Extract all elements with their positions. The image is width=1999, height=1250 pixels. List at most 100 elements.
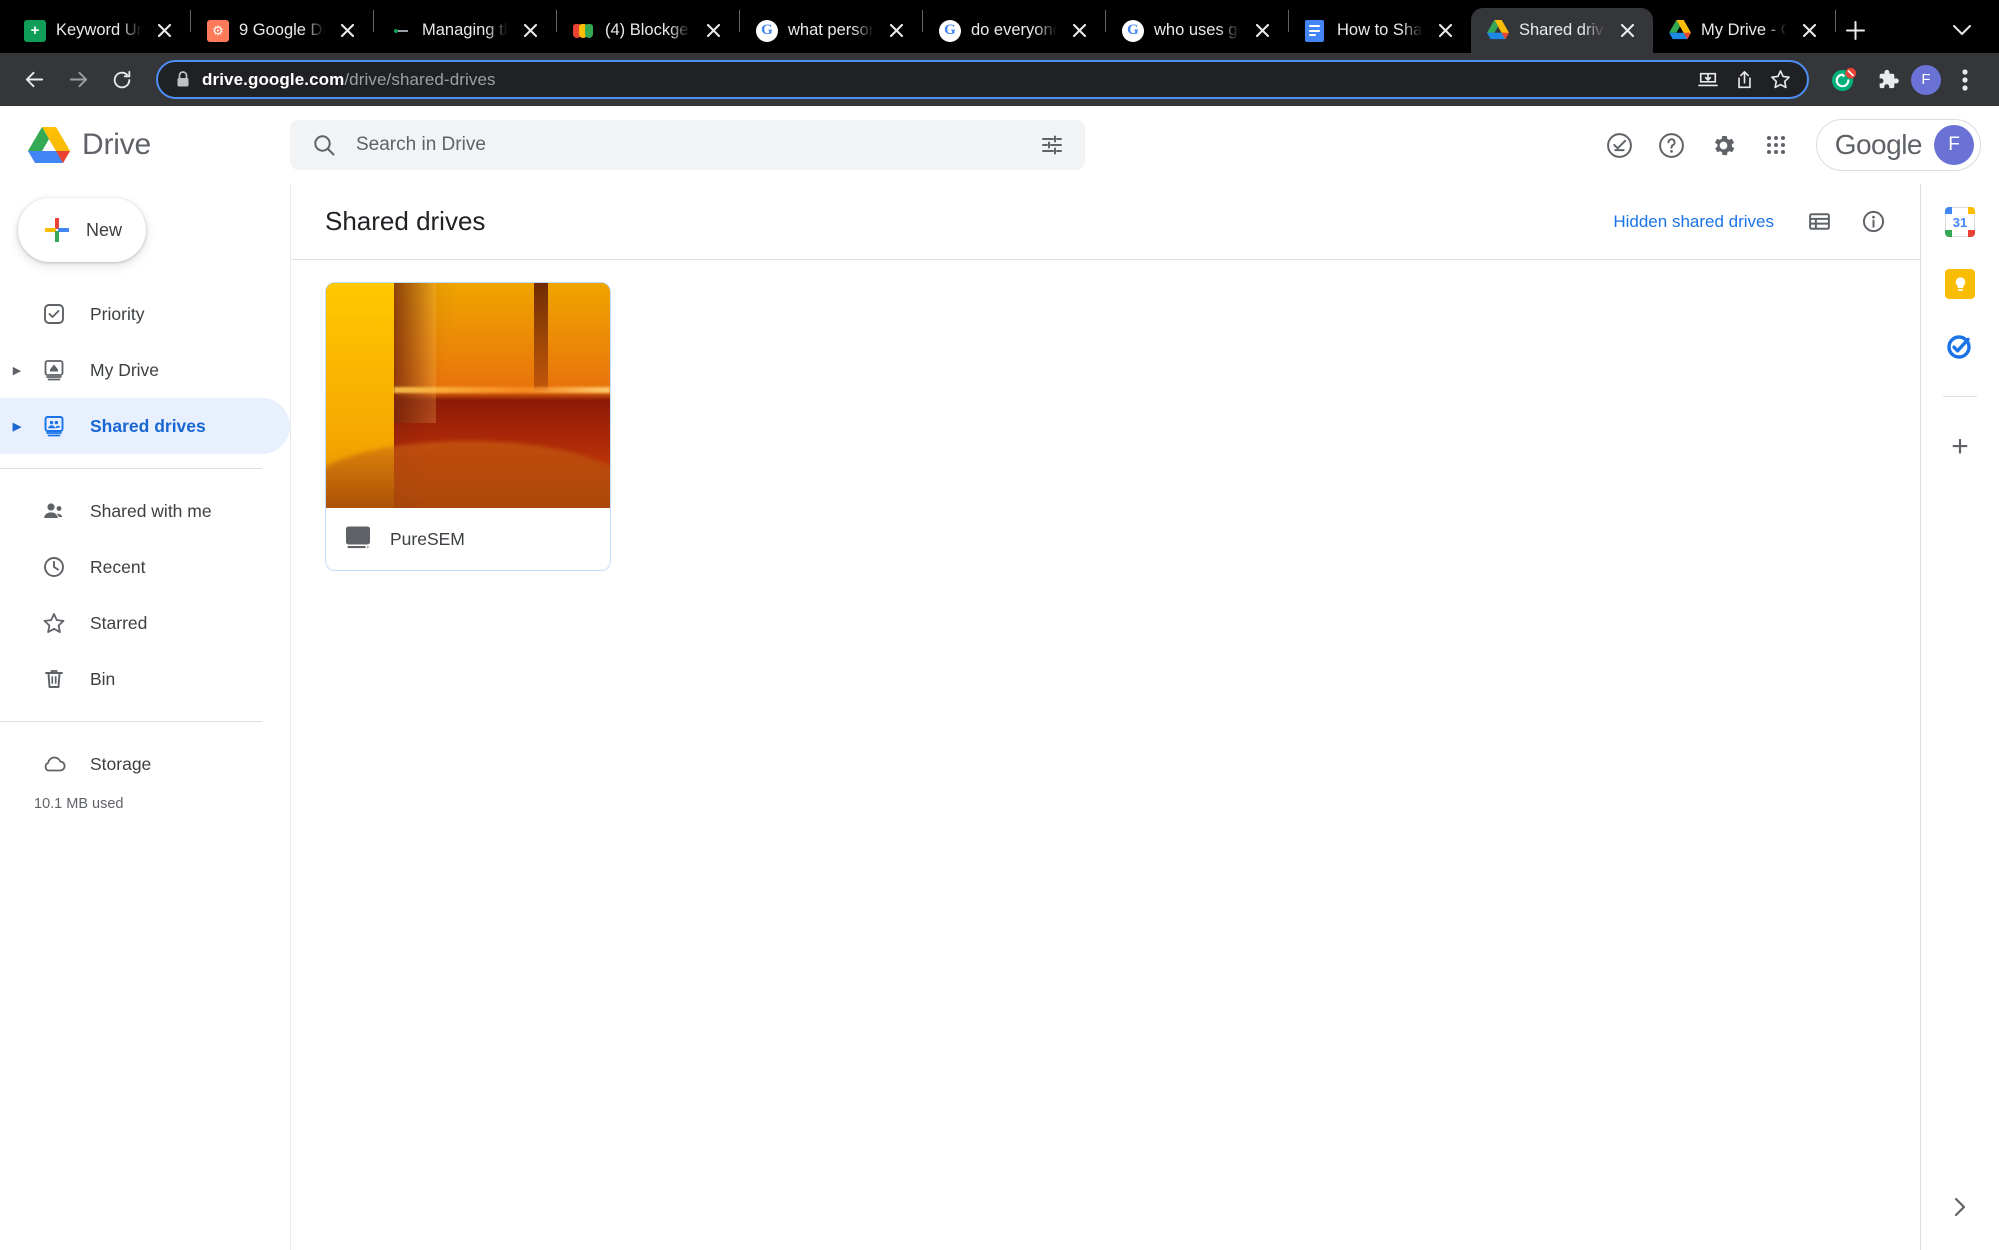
address-bar[interactable]: drive.google.com/drive/shared-drives [156, 60, 1809, 99]
browser-tab[interactable]: (4) Blockge [557, 8, 739, 53]
main-header-actions: Hidden shared drives [1599, 199, 1896, 245]
storage-usage-text: 10.1 MB used [34, 796, 124, 812]
tune-icon[interactable] [1033, 126, 1071, 164]
expand-caret-icon[interactable]: ▶ [0, 420, 34, 433]
tasks-icon[interactable] [1944, 330, 1976, 362]
share-icon[interactable] [1727, 63, 1761, 97]
sheets-icon: + [24, 19, 46, 42]
browser-tab[interactable]: ⚙ 9 Google Dr [191, 8, 373, 53]
tab-title: what person [788, 21, 874, 39]
new-tab-button[interactable] [1836, 11, 1874, 49]
chevron-right-icon[interactable] [1943, 1190, 1977, 1224]
header-actions: Google F [1596, 119, 1999, 171]
tab-title: My Drive - G [1701, 21, 1787, 39]
lock-icon [176, 71, 190, 88]
hidden-shared-drives-link[interactable]: Hidden shared drives [1599, 204, 1788, 240]
close-icon[interactable] [1250, 19, 1274, 43]
people-icon [34, 499, 74, 523]
help-icon[interactable] [1648, 121, 1696, 169]
browser-tab[interactable]: G do everyone [923, 8, 1105, 53]
drive-card-footer: PureSEM [326, 508, 610, 570]
star-icon [34, 611, 74, 635]
close-icon[interactable] [518, 19, 542, 43]
main-content: Shared drives Hidden shared drives PureS… [290, 184, 1920, 1250]
extension-badge-icon[interactable] [1823, 60, 1863, 100]
sidebar-item-label: Shared drives [90, 415, 206, 436]
tab-title: 9 Google Dr [239, 21, 325, 39]
expand-caret-icon[interactable]: ▶ [0, 364, 34, 377]
browser-tab[interactable]: How to Shar [1289, 8, 1471, 53]
close-icon[interactable] [884, 19, 908, 43]
drive-brand[interactable]: Drive [0, 126, 290, 164]
drive-icon [1669, 19, 1691, 42]
browser-tab-active[interactable]: Shared drive [1471, 8, 1653, 53]
three-dot-menu-icon[interactable] [1945, 60, 1985, 100]
clock-icon [34, 555, 74, 579]
sidebar-divider [0, 721, 262, 722]
search-input[interactable] [356, 134, 1013, 156]
tab-title: Managing th [422, 21, 508, 39]
url-domain: drive.google.com [202, 69, 345, 89]
close-icon[interactable] [152, 19, 176, 43]
tab-title: who uses go [1154, 21, 1240, 39]
shared-drive-card[interactable]: PureSEM [325, 282, 611, 571]
sidebar-item-my-drive[interactable]: ▶ My Drive [0, 342, 290, 398]
keep-icon[interactable] [1944, 268, 1976, 300]
avatar[interactable]: F [1934, 125, 1974, 165]
url-path: /drive/shared-drives [344, 69, 496, 89]
sidebar-item-label: Shared with me [90, 500, 212, 521]
tab-search-chevron-down-icon[interactable] [1943, 11, 1981, 49]
close-icon[interactable] [1615, 19, 1639, 43]
back-button[interactable] [14, 60, 54, 100]
tab-title: How to Shar [1337, 21, 1423, 39]
google-icon: G [939, 19, 961, 42]
sidebar-item-shared-drives[interactable]: ▶ Shared drives [0, 398, 290, 454]
task-check-icon[interactable] [1596, 121, 1644, 169]
cloud-icon [34, 752, 74, 776]
tab-title: Shared drive [1519, 21, 1605, 39]
new-button[interactable]: New [18, 198, 146, 262]
close-icon[interactable] [1433, 19, 1457, 43]
browser-tab[interactable]: G who uses go [1106, 8, 1288, 53]
browser-tab[interactable]: G what person [740, 8, 922, 53]
sidebar-item-priority[interactable]: Priority [0, 286, 290, 342]
search-bar[interactable] [290, 120, 1085, 170]
browser-tab[interactable]: My Drive - G [1653, 8, 1835, 53]
sidebar-item-bin[interactable]: Bin [0, 651, 290, 707]
rail-divider [1943, 396, 1977, 397]
forward-button[interactable] [58, 60, 98, 100]
close-icon[interactable] [1067, 19, 1091, 43]
tab-title: do everyone [971, 21, 1057, 39]
info-icon[interactable] [1850, 199, 1896, 245]
page-title: Shared drives [325, 206, 486, 236]
list-view-icon[interactable] [1796, 199, 1842, 245]
side-panel: 31 + [1920, 184, 1999, 1250]
omnibox-actions [1691, 63, 1797, 97]
drive-cover-image [326, 283, 610, 508]
close-icon[interactable] [1797, 19, 1821, 43]
account-switcher[interactable]: Google F [1815, 119, 1981, 171]
browser-tab[interactable]: Managing th [374, 8, 556, 53]
tab-title: (4) Blockge [605, 21, 689, 39]
sidebar: New Priority ▶ My Drive ▶ Shared drives … [0, 184, 290, 1250]
profile-avatar-icon[interactable]: F [1911, 64, 1941, 95]
search-icon [312, 133, 336, 157]
reload-button[interactable] [102, 60, 142, 100]
calendar-icon[interactable]: 31 [1944, 206, 1976, 238]
settings-gear-icon[interactable] [1700, 121, 1748, 169]
sidebar-item-starred[interactable]: Starred [0, 595, 290, 651]
sidebar-item-label: Starred [90, 612, 148, 633]
puzzle-extensions-icon[interactable] [1867, 60, 1907, 100]
new-button-label: New [86, 219, 123, 240]
add-app-button[interactable]: + [1944, 430, 1976, 463]
sidebar-item-shared-with-me[interactable]: Shared with me [0, 483, 290, 539]
close-icon[interactable] [335, 19, 359, 43]
bookmark-star-icon[interactable] [1763, 63, 1797, 97]
my-drive-icon [34, 358, 74, 382]
install-icon[interactable] [1691, 63, 1725, 97]
browser-tab[interactable]: + Keyword Un [8, 8, 190, 53]
sidebar-item-recent[interactable]: Recent [0, 539, 290, 595]
sidebar-item-storage[interactable]: Storage [0, 736, 290, 792]
close-icon[interactable] [701, 19, 725, 43]
apps-grid-icon[interactable] [1752, 121, 1800, 169]
